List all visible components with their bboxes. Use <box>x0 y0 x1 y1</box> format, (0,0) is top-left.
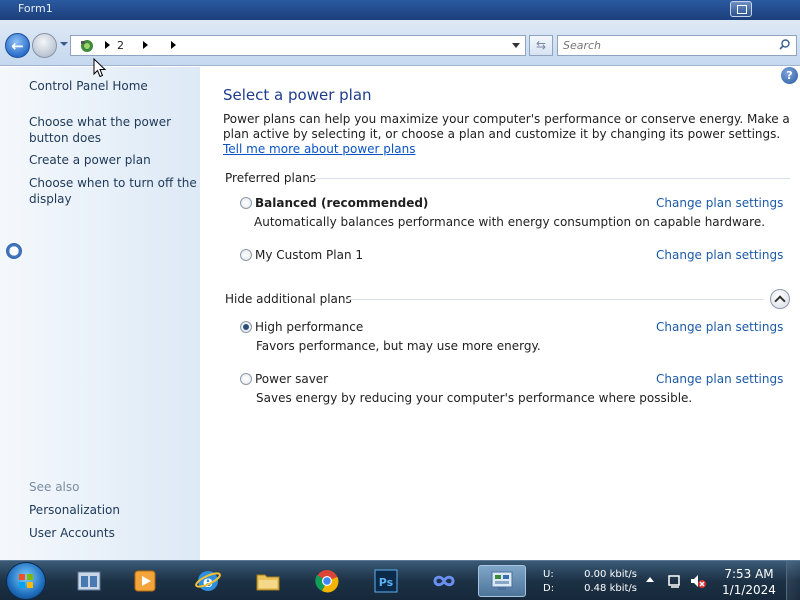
sidebar-item-personalization[interactable]: Personalization <box>29 502 199 518</box>
breadcrumb-item[interactable]: 2 <box>117 39 124 52</box>
recent-pages-button[interactable] <box>60 42 68 48</box>
intro-description: Power plans can help you maximize your c… <box>223 112 790 141</box>
section-divider <box>310 178 790 179</box>
action-center-flag-icon[interactable] <box>667 573 683 589</box>
restore-button[interactable] <box>730 1 752 17</box>
internet-explorer-icon: e <box>195 571 221 591</box>
upload-label: U: <box>543 569 554 580</box>
sidebar-item-control-panel-home[interactable]: Control Panel Home <box>29 78 199 94</box>
taskbar-app-chrome[interactable] <box>303 565 351 597</box>
breadcrumb-separator[interactable] <box>171 41 176 49</box>
collapse-chevron-icon[interactable] <box>770 289 790 309</box>
tell-me-more-link[interactable]: Tell me more about power plans <box>223 142 415 156</box>
taskbar-app-ie[interactable]: e <box>184 565 232 597</box>
svg-text:Ps: Ps <box>379 576 394 589</box>
taskbar-app-explorer[interactable] <box>65 565 113 597</box>
taskbar-app-infinity[interactable] <box>420 565 468 597</box>
search-icon[interactable] <box>779 39 790 50</box>
address-bar[interactable]: 2 <box>70 35 526 56</box>
clock-icon <box>6 243 22 259</box>
plan-description: Saves energy by reducing your computer's… <box>256 391 693 405</box>
see-also-heading: See also <box>29 480 80 494</box>
preferred-plans-heading: Preferred plans <box>225 171 317 185</box>
sidebar-item-user-accounts[interactable]: User Accounts <box>29 525 199 541</box>
hide-additional-plans-heading[interactable]: Hide additional plans <box>225 292 352 306</box>
network-speeds: 0.00 kbit/s 0.48 kbit/s <box>577 568 637 596</box>
taskbar-app-media[interactable] <box>121 565 169 597</box>
change-plan-settings-link[interactable]: Change plan settings <box>656 372 783 386</box>
plan-name[interactable]: Power saver <box>255 372 328 386</box>
sidebar-item-create-plan[interactable]: Create a power plan <box>29 152 199 168</box>
network-labels: U: D: <box>543 568 554 596</box>
volume-muted-icon[interactable] <box>690 573 706 589</box>
main-content: ? Select a power plan Power plans can he… <box>200 67 800 560</box>
mouse-cursor-icon <box>93 58 107 78</box>
power-options-icon <box>81 40 93 52</box>
refresh-icon: ⇆ <box>535 38 547 52</box>
show-hidden-icons-button[interactable] <box>646 577 654 582</box>
windows-explorer-icon <box>77 571 101 591</box>
sidebar-item-power-button[interactable]: Choose what the power button does <box>29 114 199 146</box>
plan-radio-custom[interactable] <box>240 249 252 261</box>
media-player-icon <box>134 570 156 592</box>
sidebar: Control Panel Home Choose what the power… <box>0 67 200 560</box>
intro-text: Power plans can help you maximize your c… <box>223 112 793 157</box>
taskbar-app-control-panel[interactable] <box>478 565 526 597</box>
sidebar-item-display-off[interactable]: Choose when to turn off the display <box>29 175 199 207</box>
forward-button[interactable] <box>32 33 57 58</box>
system-clock[interactable]: 7:53 AM 1/1/2024 <box>718 566 780 598</box>
breadcrumb-separator[interactable] <box>143 41 148 49</box>
refresh-button[interactable]: ⇆ <box>529 35 553 56</box>
infinity-app-icon <box>433 575 455 587</box>
plan-radio-balanced[interactable] <box>240 197 252 209</box>
control-panel-icon <box>491 571 513 590</box>
page-title: Select a power plan <box>223 86 372 104</box>
plan-radio-power-saver[interactable] <box>240 373 252 385</box>
download-speed: 0.48 kbit/s <box>584 583 637 594</box>
start-button[interactable] <box>6 562 46 600</box>
taskbar-app-photoshop[interactable]: Ps <box>362 565 410 597</box>
change-plan-settings-link[interactable]: Change plan settings <box>656 248 783 262</box>
back-button[interactable]: ← <box>5 33 30 58</box>
address-dropdown-button[interactable] <box>512 41 522 49</box>
window-title: Form1 <box>18 2 53 15</box>
search-input[interactable] <box>558 36 768 55</box>
photoshop-icon: Ps <box>374 569 398 593</box>
plan-name[interactable]: High performance <box>255 320 363 334</box>
clock-time: 7:53 AM <box>724 567 774 581</box>
plan-radio-high-performance[interactable] <box>240 321 252 333</box>
plan-description: Favors performance, but may use more ene… <box>256 339 541 353</box>
section-divider <box>346 299 764 300</box>
taskbar: e Ps U: D: 0.00 kbit/s 0.48 kbit/s 7:53 … <box>0 560 800 600</box>
change-plan-settings-link[interactable]: Change plan settings <box>656 320 783 334</box>
folder-icon <box>256 574 280 591</box>
chrome-icon <box>315 570 339 593</box>
change-plan-settings-link[interactable]: Change plan settings <box>656 196 783 210</box>
clock-date: 1/1/2024 <box>722 583 776 597</box>
taskbar-app-folder[interactable] <box>244 565 292 597</box>
plan-name[interactable]: My Custom Plan 1 <box>255 248 363 262</box>
download-label: D: <box>543 583 555 594</box>
back-arrow-icon: ← <box>11 36 24 55</box>
plan-description: Automatically balances performance with … <box>254 215 766 229</box>
breadcrumb-separator[interactable] <box>105 41 110 49</box>
plan-name[interactable]: Balanced (recommended) <box>255 196 428 210</box>
title-bar: Form1 <box>0 0 800 20</box>
show-desktop-button[interactable] <box>786 561 800 600</box>
help-icon[interactable]: ? <box>781 67 798 84</box>
upload-speed: 0.00 kbit/s <box>584 569 637 580</box>
search-box[interactable] <box>557 35 797 56</box>
